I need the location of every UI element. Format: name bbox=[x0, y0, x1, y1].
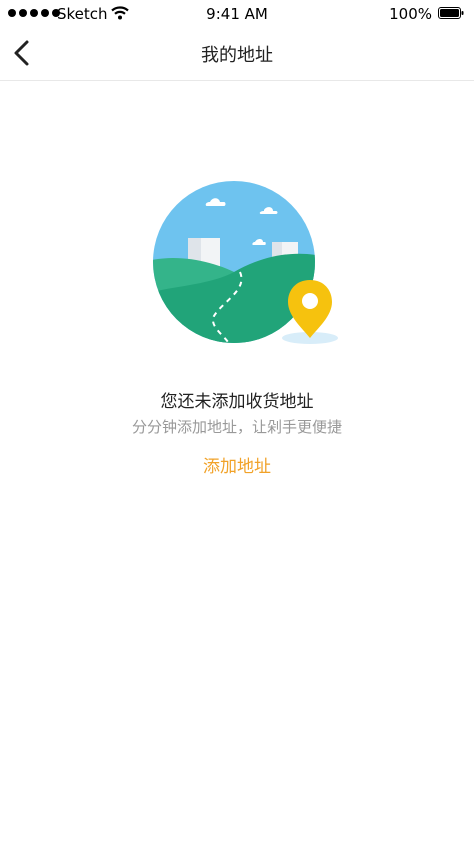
empty-state-subtitle: 分分钟添加地址，让剁手更便捷 bbox=[131, 418, 342, 436]
navigation-bar: 我的地址 bbox=[0, 28, 474, 81]
add-address-link-row: 添加地址 bbox=[0, 452, 474, 477]
empty-state-title: 您还未添加收货地址 bbox=[160, 392, 314, 412]
battery-percentage: 100% bbox=[389, 5, 432, 23]
address-map-illustration bbox=[153, 181, 338, 344]
page-title: 我的地址 bbox=[201, 45, 273, 66]
battery-icon bbox=[438, 7, 464, 19]
status-bar: Sketch 9:41 AM 100% bbox=[0, 0, 474, 28]
add-address-button[interactable]: 添加地址 bbox=[203, 457, 271, 477]
